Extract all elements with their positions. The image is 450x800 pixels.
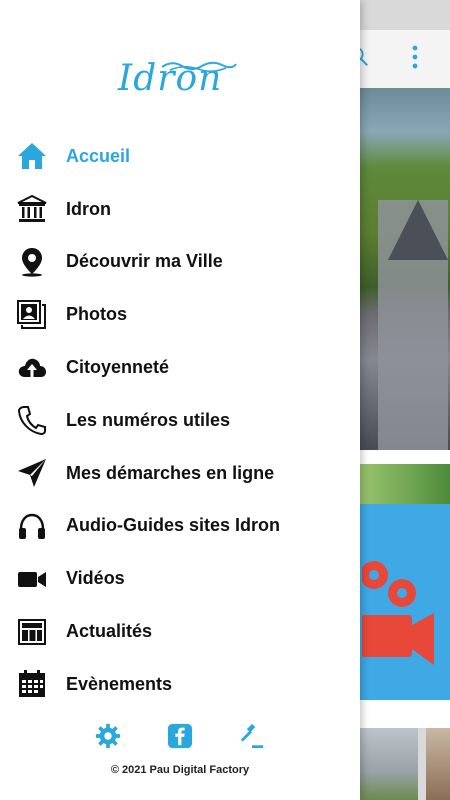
menu-item-videos[interactable]: Vidéos bbox=[0, 552, 360, 605]
cloud-upload-icon bbox=[16, 352, 48, 384]
calendar-icon bbox=[16, 668, 48, 700]
menu-item-idron[interactable]: Idron bbox=[0, 183, 360, 236]
menu-label: Découvrir ma Ville bbox=[66, 251, 223, 272]
logo-wave-icon bbox=[161, 61, 237, 72]
menu-label: Audio-Guides sites Idron bbox=[66, 515, 281, 536]
menu-label: Idron bbox=[66, 198, 111, 219]
menu-item-citoyennete[interactable]: Citoyenneté bbox=[0, 341, 360, 394]
menu-item-actualites[interactable]: Actualités bbox=[0, 605, 360, 658]
menu-item-audio-guides[interactable]: Audio-Guides sites Idron bbox=[0, 500, 360, 553]
divider bbox=[360, 450, 450, 464]
menu-item-accueil[interactable]: Accueil bbox=[0, 130, 360, 183]
menu-label: Citoyenneté bbox=[66, 357, 170, 378]
menu-label: Mes démarches en ligne bbox=[66, 462, 275, 483]
photos-icon bbox=[16, 299, 48, 331]
home-icon bbox=[16, 140, 48, 172]
idron-logo: Idron bbox=[118, 48, 242, 104]
menu-label: Accueil bbox=[66, 145, 131, 166]
menu-label: Actualités bbox=[66, 621, 153, 642]
menu-item-demarches[interactable]: Mes démarches en ligne bbox=[0, 447, 360, 500]
navigation-drawer: Idron Accueil Idron Découvrir ma Ville P… bbox=[0, 0, 360, 800]
greenery-photo[interactable] bbox=[360, 464, 450, 504]
legal-gavel-icon[interactable] bbox=[238, 722, 266, 750]
menu-item-decouvrir[interactable]: Découvrir ma Ville bbox=[0, 236, 360, 289]
phone-icon bbox=[16, 404, 48, 436]
house-photo[interactable] bbox=[426, 728, 450, 800]
more-options-icon[interactable] bbox=[410, 44, 420, 70]
menu-item-evenements[interactable]: Evènements bbox=[0, 658, 360, 711]
menu-label: Evènements bbox=[66, 673, 173, 694]
menu-item-numeros-utiles[interactable]: Les numéros utiles bbox=[0, 394, 360, 447]
paper-plane-icon bbox=[16, 457, 48, 489]
drawer-menu: Accueil Idron Découvrir ma Ville Photos bbox=[0, 130, 360, 711]
street-photo[interactable] bbox=[360, 728, 418, 800]
divider bbox=[360, 700, 450, 728]
settings-icon[interactable] bbox=[94, 722, 122, 750]
drawer-footer bbox=[0, 720, 360, 752]
castle-roof bbox=[388, 200, 448, 260]
map-pin-icon bbox=[16, 246, 48, 278]
menu-label: Photos bbox=[66, 304, 127, 325]
newspaper-icon bbox=[16, 616, 48, 648]
video-camera-icon bbox=[16, 563, 48, 595]
copyright-text: © 2021 Pau Digital Factory bbox=[110, 764, 250, 776]
menu-label: Vidéos bbox=[66, 568, 125, 589]
menu-item-photos[interactable]: Photos bbox=[0, 288, 360, 341]
film-projector-icon bbox=[360, 545, 434, 675]
facebook-icon[interactable] bbox=[166, 722, 194, 750]
headphones-icon bbox=[16, 510, 48, 542]
town-hall-icon bbox=[16, 193, 48, 225]
menu-label: Les numéros utiles bbox=[66, 409, 231, 430]
